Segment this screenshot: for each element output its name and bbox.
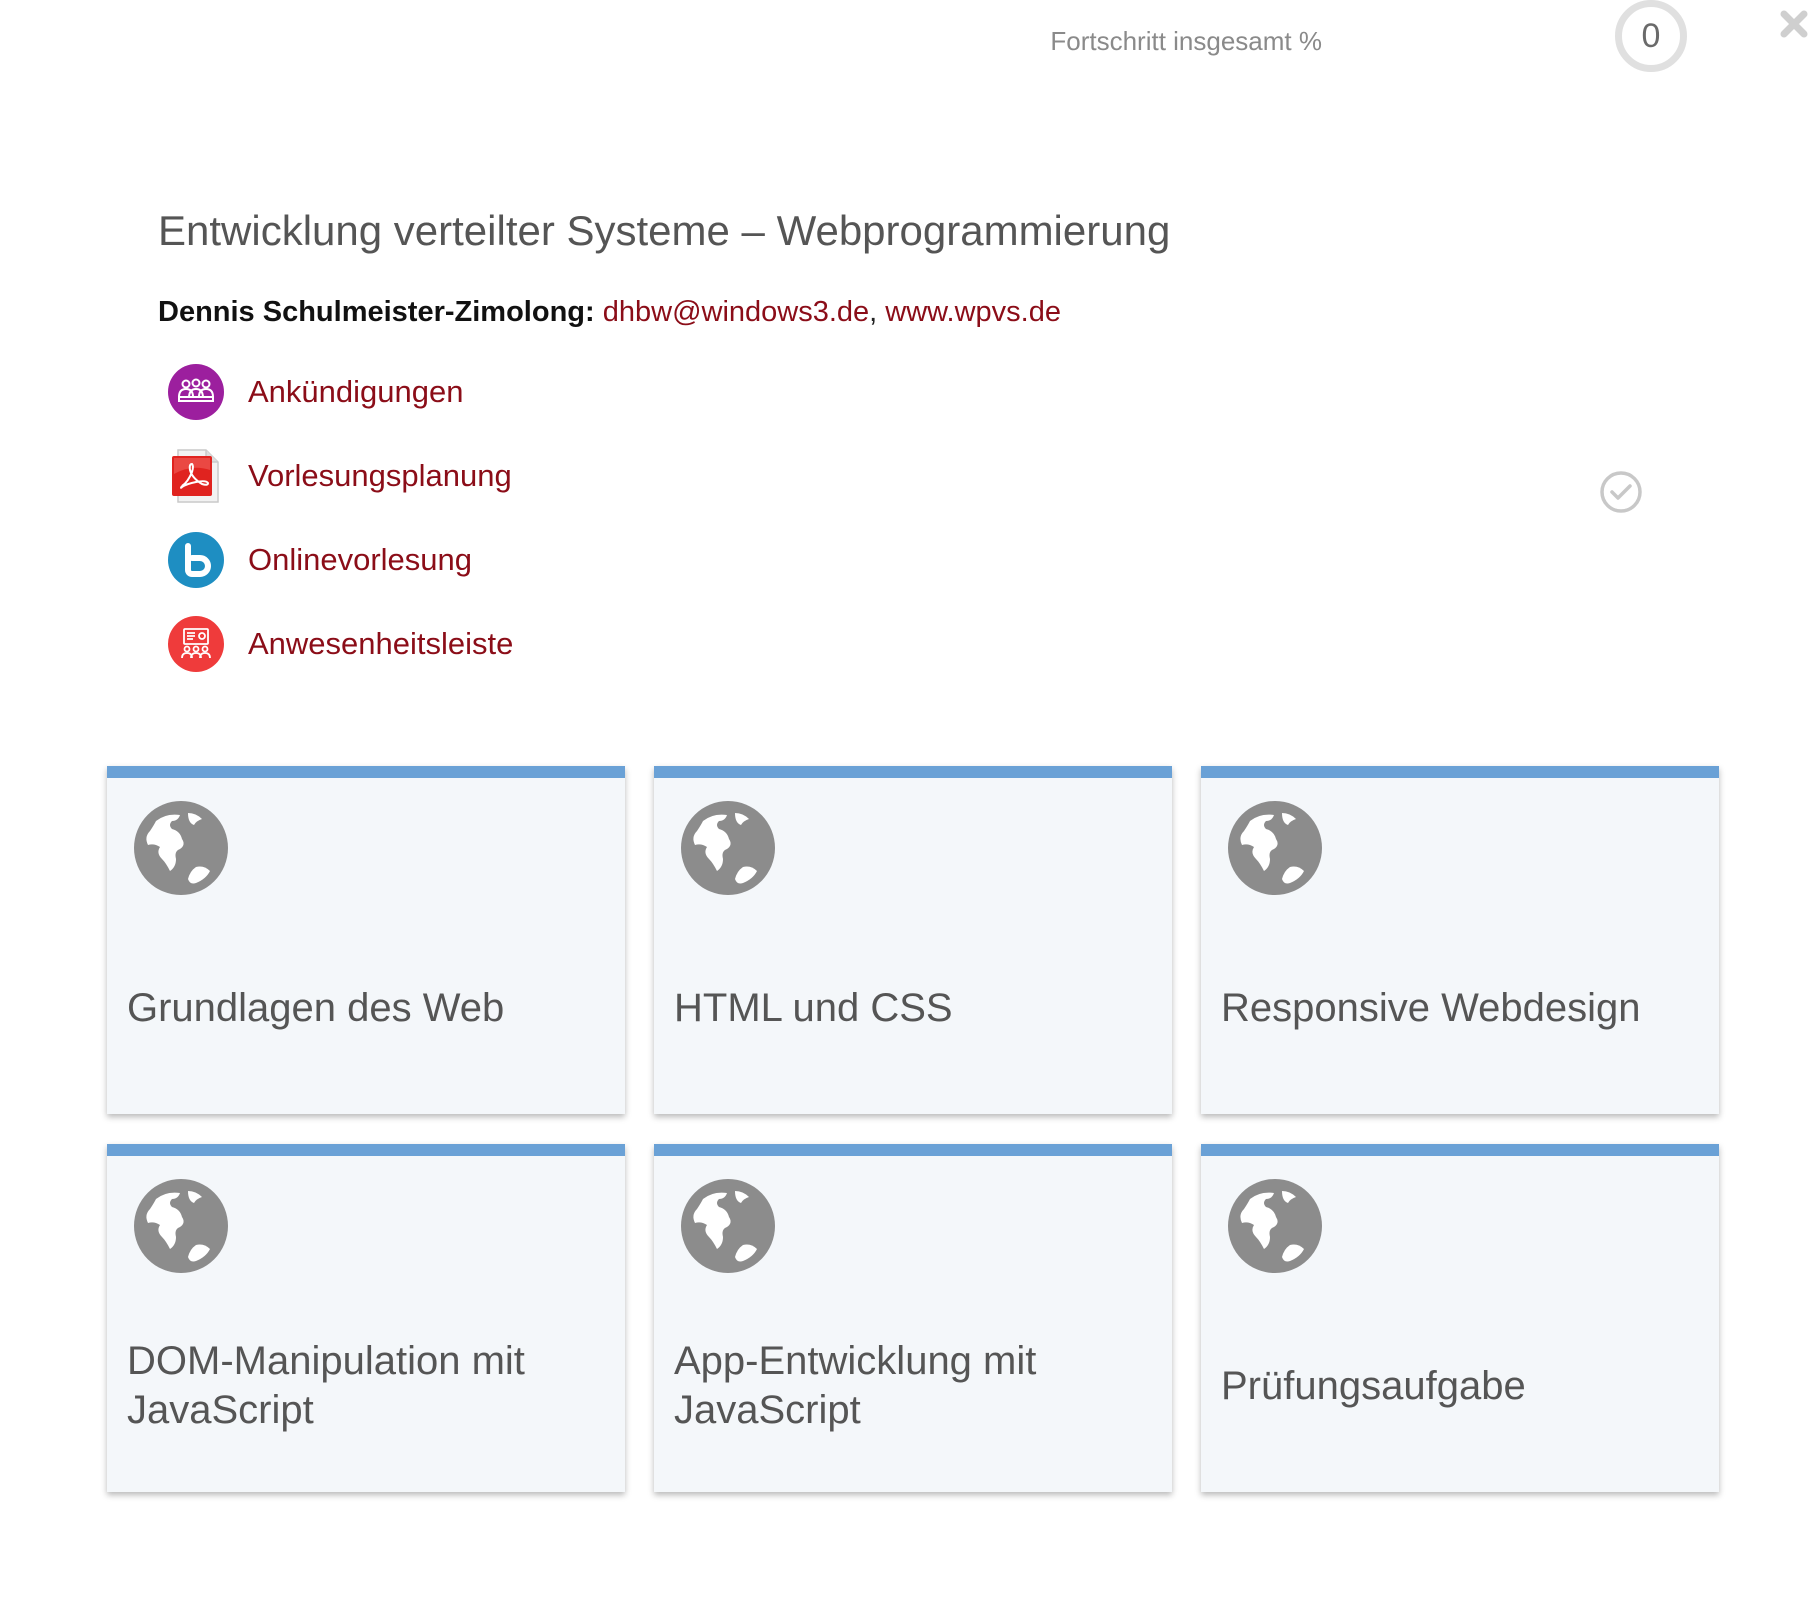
activity-online-lecture[interactable]: Onlinevorlesung: [168, 532, 472, 588]
activity-label-attendance: Anwesenheitsleiste: [248, 626, 514, 661]
instructor-email-link[interactable]: dhbw@windows3.de: [603, 296, 869, 328]
instructor-info: Dennis Schulmeister-Zimolong: dhbw@windo…: [158, 296, 1061, 329]
activity-label-announcements: Ankündigungen: [248, 374, 464, 409]
link-separator: ,: [869, 296, 886, 328]
section-tile-title: DOM-Manipulation mit JavaScript: [127, 1339, 525, 1432]
forum-users-icon: [168, 364, 224, 420]
progress-value: 0: [1641, 16, 1661, 55]
close-icon[interactable]: [1776, 6, 1812, 42]
globe-icon: [134, 1179, 228, 1273]
pdf-file-icon: [172, 449, 219, 503]
section-tile[interactable]: DOM-Manipulation mit JavaScript: [107, 1144, 625, 1492]
section-tile-title: Responsive Webdesign: [1221, 985, 1641, 1030]
course-title: Entwicklung verteilter Systeme – Webprog…: [158, 207, 1171, 254]
section-tile[interactable]: Grundlagen des Web: [107, 766, 625, 1114]
globe-icon: [681, 801, 775, 895]
section-tile[interactable]: Prüfungsaufgabe: [1201, 1144, 1719, 1492]
section-tile[interactable]: App-Entwicklung mit JavaScript: [654, 1144, 1172, 1492]
bigbluebutton-icon: [168, 532, 224, 588]
globe-icon: [1228, 801, 1322, 895]
globe-icon: [134, 801, 228, 895]
activity-lecture-plan[interactable]: Vorlesungsplanung: [168, 448, 512, 504]
check-circle-icon[interactable]: [1598, 469, 1644, 515]
instructor-name: Dennis Schulmeister-Zimolong:: [158, 296, 595, 328]
activity-announcements[interactable]: Ankündigungen: [168, 364, 463, 420]
activity-attendance[interactable]: Anwesenheitsleiste: [168, 616, 513, 672]
activity-label-lecture-plan: Vorlesungsplanung: [248, 458, 512, 493]
website-link[interactable]: www.wpvs.de: [885, 296, 1061, 328]
globe-icon: [1228, 1179, 1322, 1273]
section-tile-title: HTML und CSS: [674, 985, 953, 1030]
section-tile-title: App-Entwicklung mit JavaScript: [674, 1339, 1037, 1432]
section-tile-title: Grundlagen des Web: [127, 985, 505, 1030]
activity-label-online-lecture: Onlinevorlesung: [248, 542, 473, 577]
progress-indicator: 0: [1615, 0, 1687, 72]
globe-icon: [681, 1179, 775, 1273]
section-tile[interactable]: Responsive Webdesign: [1201, 766, 1719, 1114]
progress-label: Fortschritt insgesamt %: [1050, 26, 1322, 56]
section-tile-title: Prüfungsaufgabe: [1221, 1363, 1526, 1408]
attendance-icon: [168, 616, 224, 672]
section-tile[interactable]: HTML und CSS: [654, 766, 1172, 1114]
